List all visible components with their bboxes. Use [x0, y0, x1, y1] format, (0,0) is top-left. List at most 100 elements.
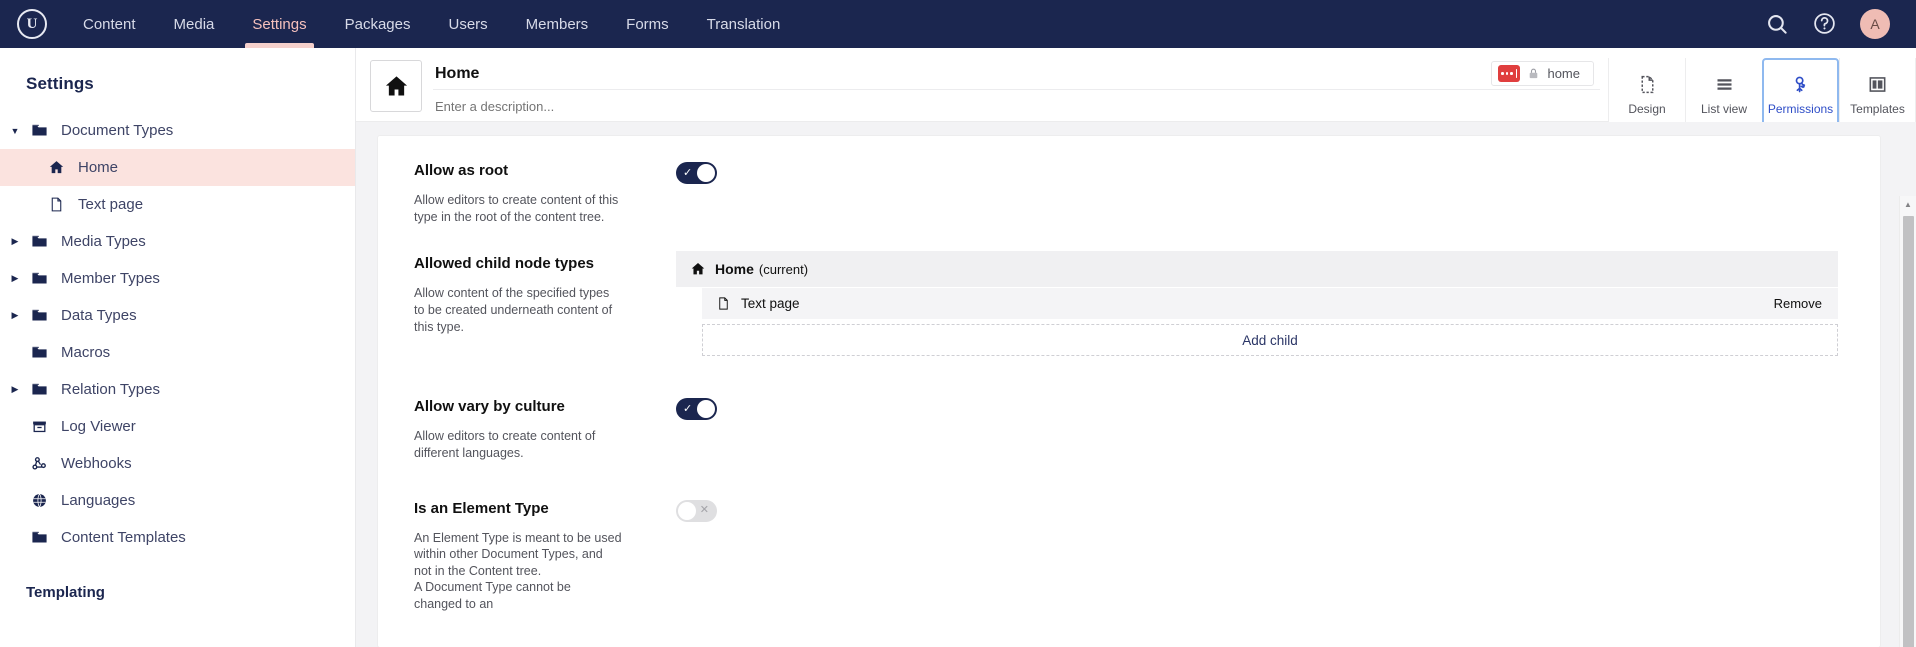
chevron-right-icon[interactable]: ▶ [6, 310, 24, 321]
property-name: Allowed child node types [414, 255, 595, 273]
nav-item-forms[interactable]: Forms [607, 0, 688, 48]
content-area: home Design List view Permissions Templates… [356, 48, 1916, 647]
doctype-header: home Design List view Permissions Templates [356, 48, 1916, 133]
top-nav-actions: A [1764, 0, 1916, 48]
folder-icon [24, 122, 54, 139]
sidebar-item-log-viewer[interactable]: ▶Log Viewer [0, 408, 355, 445]
cross-icon: ✕ [699, 504, 709, 516]
toggle-allow-as-root[interactable]: ✓ [676, 162, 717, 184]
list-view-icon [1714, 74, 1735, 96]
sidebar-item-home[interactable]: ▶Home [0, 149, 355, 186]
nav-item-translation[interactable]: Translation [688, 0, 800, 48]
umbraco-logo-mark: U [17, 9, 47, 39]
sidebar-item-text-page[interactable]: ▶Text page [0, 186, 355, 223]
sidebar-item-languages[interactable]: ▶Languages [0, 482, 355, 519]
sidebar-item-macros[interactable]: ▶Macros [0, 334, 355, 371]
umbraco-logo[interactable]: U [0, 0, 64, 48]
property-value-block: Home (current) Text page Remove Add child [676, 251, 1880, 357]
properties-scroll-area: Allow as root Allow editors to create con… [356, 122, 1916, 647]
child-type-row[interactable]: Text page Remove [702, 287, 1838, 320]
tab-label: Permissions [1767, 101, 1834, 116]
check-icon: ✓ [683, 402, 693, 415]
remove-child-type-button[interactable]: Remove [1774, 296, 1838, 311]
toggle-knob [697, 164, 715, 182]
sidebar-item-document-types[interactable]: ▼ Document Types [0, 112, 355, 149]
top-nav-items: Content Media Settings Packages Users Members… [64, 0, 799, 48]
property-name: Allow as root [414, 162, 509, 179]
tab-templates[interactable]: Templates [1839, 58, 1916, 131]
nav-item-content[interactable]: Content [64, 0, 155, 48]
toggle-is-an-element-type[interactable]: ✕ [676, 499, 717, 522]
sidebar-item-label: Content Templates [61, 529, 186, 546]
doctype-name-input[interactable] [433, 64, 1492, 83]
sidebar-item-relation-types[interactable]: ▶ Relation Types [0, 371, 355, 408]
add-child-button[interactable]: Add child [702, 324, 1838, 357]
toggle-knob [678, 501, 696, 520]
property-description: An Element Type is meant to be used with… [414, 530, 622, 612]
property-label-block: Is an Element Type An Element Type is mea… [378, 500, 676, 613]
nav-item-settings[interactable]: Settings [233, 0, 325, 48]
allowed-child-types-list: Home (current) Text page Remove Add child [676, 251, 1838, 357]
sidebar-item-webhooks[interactable]: ▶Webhooks [0, 445, 355, 482]
folder-icon [24, 270, 54, 287]
lock-icon [1527, 67, 1540, 80]
sidebar-item-label: Macros [61, 344, 111, 361]
top-navigation-bar: U Content Media Settings Packages Users Membe… [0, 0, 1916, 48]
property-allow-vary-by-culture: Allow vary by culture Allow editors to cr… [378, 356, 1880, 461]
tab-design[interactable]: Design [1608, 58, 1685, 131]
templates-layout-icon [1867, 74, 1888, 96]
sidebar-item-label: Document Types [61, 122, 174, 139]
webhook-icon [24, 455, 54, 472]
folder-icon [24, 381, 54, 398]
sidebar-item-data-types[interactable]: ▶ Data Types [0, 297, 355, 334]
tab-permissions[interactable]: Permissions [1762, 58, 1839, 133]
sidebar-item-label: Webhooks [61, 455, 132, 472]
tab-label: List view [1700, 101, 1747, 116]
sidebar-item-media-types[interactable]: ▶ Media Types [0, 223, 355, 260]
sidebar-item-label: Member Types [61, 270, 160, 287]
property-allow-as-root: Allow as root Allow editors to create con… [378, 158, 1880, 225]
doctype-alias-badge[interactable]: home [1491, 61, 1594, 86]
tab-list-view[interactable]: List view [1685, 58, 1762, 131]
user-avatar[interactable]: A [1860, 9, 1890, 39]
home-icon[interactable] [370, 60, 422, 112]
folder-icon [24, 233, 54, 250]
toggle-allow-vary-by-culture[interactable]: ✓ [676, 398, 717, 421]
sidebar-item-label: Home [78, 159, 119, 176]
design-page-icon [1637, 74, 1658, 96]
doctype-title-wrapper: home [433, 58, 1600, 116]
sidebar-title: Settings [26, 74, 94, 93]
nav-item-packages[interactable]: Packages [326, 0, 430, 48]
settings-tree: ▼Document Types▶Home▶Text page▶Media Typ… [0, 112, 355, 556]
tab-label: Templates [1850, 101, 1905, 116]
sidebar-item-label: Log Viewer [61, 418, 136, 435]
property-allowed-child-node-types: Allowed child node types Allow content of… [378, 225, 1880, 357]
sidebar-section-templating: Templating [26, 584, 105, 601]
scroll-up-arrow-icon[interactable]: ▲ [1900, 196, 1916, 213]
doctype-tabs: Design List view Permissions Templates [1608, 58, 1916, 133]
scrollbar-thumb[interactable] [1903, 216, 1914, 647]
help-circle-icon[interactable] [1812, 11, 1838, 37]
chevron-right-icon[interactable]: ▶ [6, 384, 24, 395]
chevron-right-icon[interactable]: ▶ [6, 273, 24, 284]
property-name: Allow vary by culture [414, 398, 565, 416]
sidebar-item-content-templates[interactable]: ▶Content Templates [0, 519, 355, 556]
chevron-right-icon[interactable]: ▶ [6, 236, 24, 247]
property-description: Allow editors to create content of this … [414, 193, 619, 224]
doctype-description-input[interactable] [433, 90, 1600, 114]
nav-item-members[interactable]: Members [507, 0, 608, 48]
chevron-down-icon[interactable]: ▼ [6, 126, 24, 136]
home-icon [690, 261, 706, 277]
nav-item-users[interactable]: Users [429, 0, 506, 48]
permissions-key-icon [1790, 74, 1811, 96]
property-name: Is an Element Type [414, 499, 549, 517]
sidebar-item-member-types[interactable]: ▶ Member Types [0, 260, 355, 297]
child-types-group-suffix: (current) [758, 261, 809, 277]
vertical-scrollbar[interactable]: ▲ [1899, 196, 1916, 647]
globe-icon [24, 492, 54, 509]
nav-item-media[interactable]: Media [155, 0, 234, 48]
search-icon[interactable] [1764, 11, 1790, 37]
property-value-block: ✓ [676, 398, 1880, 461]
property-label-block: Allow as root Allow editors to create con… [378, 162, 676, 225]
home-icon [41, 159, 71, 176]
